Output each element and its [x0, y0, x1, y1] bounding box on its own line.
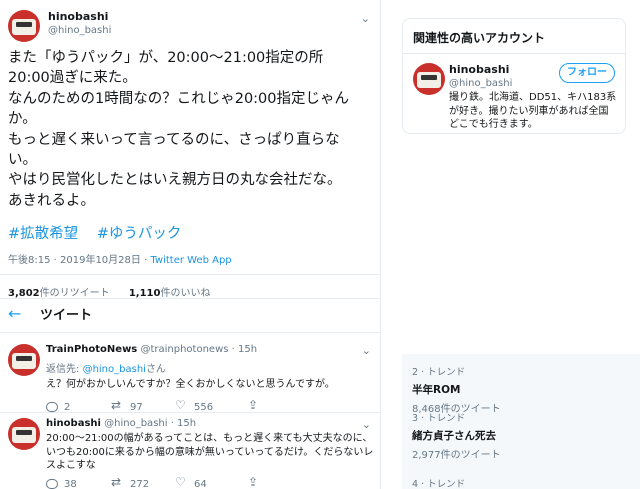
retweet-icon	[111, 398, 124, 412]
trend-name: 緒方貞子さん死去	[412, 430, 496, 442]
divider	[0, 412, 380, 413]
heart-icon	[175, 398, 188, 412]
source-link[interactable]: Twitter Web App	[150, 255, 231, 266]
tab-title: ツイート	[40, 308, 93, 323]
hashtags: #拡散希望 #ゆうパック	[8, 222, 195, 243]
reply-item[interactable]: ⌄ TrainPhotoNews @trainphotonews · 15h 返…	[0, 344, 380, 413]
retweet-count: 272	[130, 478, 150, 489]
trend-meta: 2 · トレンド	[412, 367, 466, 378]
tweet-timestamp: 午後8:15 · 2019年10月28日 · Twitter Web App	[8, 251, 232, 266]
divider	[0, 298, 380, 299]
back-arrow-icon[interactable]: ←	[8, 304, 28, 323]
related-accounts-box: 関連性の高いアカウント hinobashi @hino_bashi フォロー 撮…	[402, 18, 626, 134]
share-button[interactable]	[248, 475, 306, 489]
reply-actions: 38 272 64	[46, 475, 376, 489]
tweet-header: hinobashi @hino_bashi	[8, 10, 111, 42]
author-name[interactable]: hinobashi	[48, 10, 111, 23]
reply-icon	[46, 402, 58, 412]
share-icon	[248, 398, 260, 412]
reply-count: 2	[64, 401, 71, 413]
reply-button[interactable]: 38	[46, 479, 104, 489]
trend-item[interactable]: 2 · トレンド 半年ROM 8,468件のツイート	[412, 364, 501, 415]
share-icon	[248, 475, 260, 489]
reply-item[interactable]: ⌄ hinobashi @hino_bashi · 15h 20:00〜21:0…	[0, 418, 380, 489]
related-account[interactable]: hinobashi @hino_bashi	[449, 63, 512, 89]
reply-author-handle[interactable]: @trainphotonews	[140, 344, 228, 355]
avatar[interactable]	[413, 63, 445, 95]
trend-item[interactable]: 3 · トレンド 緒方貞子さん死去 2,977件のツイート	[412, 410, 501, 461]
divider	[403, 53, 625, 54]
reply-button[interactable]: 2	[46, 402, 104, 413]
heart-icon	[175, 475, 188, 489]
avatar[interactable]	[8, 418, 40, 450]
reply-count: 38	[64, 478, 77, 489]
like-button[interactable]: 64	[175, 475, 234, 489]
tweet-text: また「ゆうパック」が、20:00〜21:00指定の所 20:00過ぎに来た。 な…	[8, 50, 350, 209]
related-account-bio: 撮り鉄。北海道、DD51、キハ183系が好き。撮りたい列車があれば全国どこでも行…	[449, 92, 617, 130]
reply-to-prefix: 返信先:	[46, 364, 83, 375]
tweet-tab-header: ← ツイート	[8, 304, 92, 323]
trend-meta: 3 · トレンド	[412, 413, 466, 424]
chevron-down-icon[interactable]: ⌄	[361, 12, 370, 25]
retweet-count: 97	[130, 401, 143, 413]
trend-item[interactable]: 4 · トレンド	[412, 476, 465, 489]
trend-meta: 4 · トレンド	[412, 479, 466, 489]
main-column: hinobashi @hino_bashi ⌄ また「ゆうパック」が、20:00…	[0, 0, 381, 489]
retweet-icon	[111, 475, 124, 489]
like-count: 556	[194, 401, 214, 413]
like-button[interactable]: 556	[175, 398, 234, 413]
hashtag-link[interactable]: #ゆうパック	[97, 226, 182, 242]
avatar[interactable]	[8, 344, 40, 376]
trends-panel: 2 · トレンド 半年ROM 8,468件のツイート 3 · トレンド 緒方貞子…	[402, 354, 640, 489]
related-account-handle[interactable]: @hino_bashi	[449, 78, 512, 89]
hashtag-link[interactable]: #拡散希望	[8, 226, 78, 242]
retweet-button[interactable]: 272	[111, 475, 170, 489]
timestamp-text[interactable]: 午後8:15 · 2019年10月28日 ·	[8, 255, 150, 266]
reply-time[interactable]: · 15h	[171, 418, 196, 429]
reply-time[interactable]: · 15h	[232, 344, 257, 355]
reply-author-name[interactable]: hinobashi	[46, 418, 101, 429]
related-accounts-title: 関連性の高いアカウント	[413, 31, 546, 45]
divider	[0, 274, 380, 275]
reply-to-suffix: さん	[145, 364, 166, 375]
trend-name: 半年ROM	[412, 384, 461, 396]
reply-to: 返信先: @hino_bashiさん	[46, 360, 376, 375]
author-handle[interactable]: @hino_bashi	[48, 25, 111, 36]
related-account-name[interactable]: hinobashi	[449, 63, 512, 76]
follow-button[interactable]: フォロー	[559, 63, 615, 83]
like-count: 64	[194, 478, 207, 489]
reply-author-name[interactable]: TrainPhotoNews	[46, 344, 137, 355]
reply-to-link[interactable]: @hino_bashi	[83, 364, 146, 375]
tweet-stats: 3,802件のリツイート 1,110件のいいね	[8, 284, 210, 299]
reply-actions: 2 97 556	[46, 398, 376, 413]
reply-text: 20:00〜21:00の幅があるってことは、もっと遅く来ても大丈夫なのに、いつも…	[46, 433, 374, 471]
share-button[interactable]	[248, 398, 306, 413]
reply-icon	[46, 479, 58, 489]
trend-count: 2,977件のツイート	[412, 450, 501, 461]
retweet-button[interactable]: 97	[111, 398, 170, 413]
right-sidebar: 関連性の高いアカウント hinobashi @hino_bashi フォロー 撮…	[381, 0, 640, 489]
reply-text: え？何がおかしいんですか？全くおかしくないと思うんですが。	[46, 379, 335, 390]
divider	[0, 332, 380, 333]
reply-author-handle[interactable]: @hino_bashi	[104, 418, 167, 429]
avatar[interactable]	[8, 10, 40, 42]
